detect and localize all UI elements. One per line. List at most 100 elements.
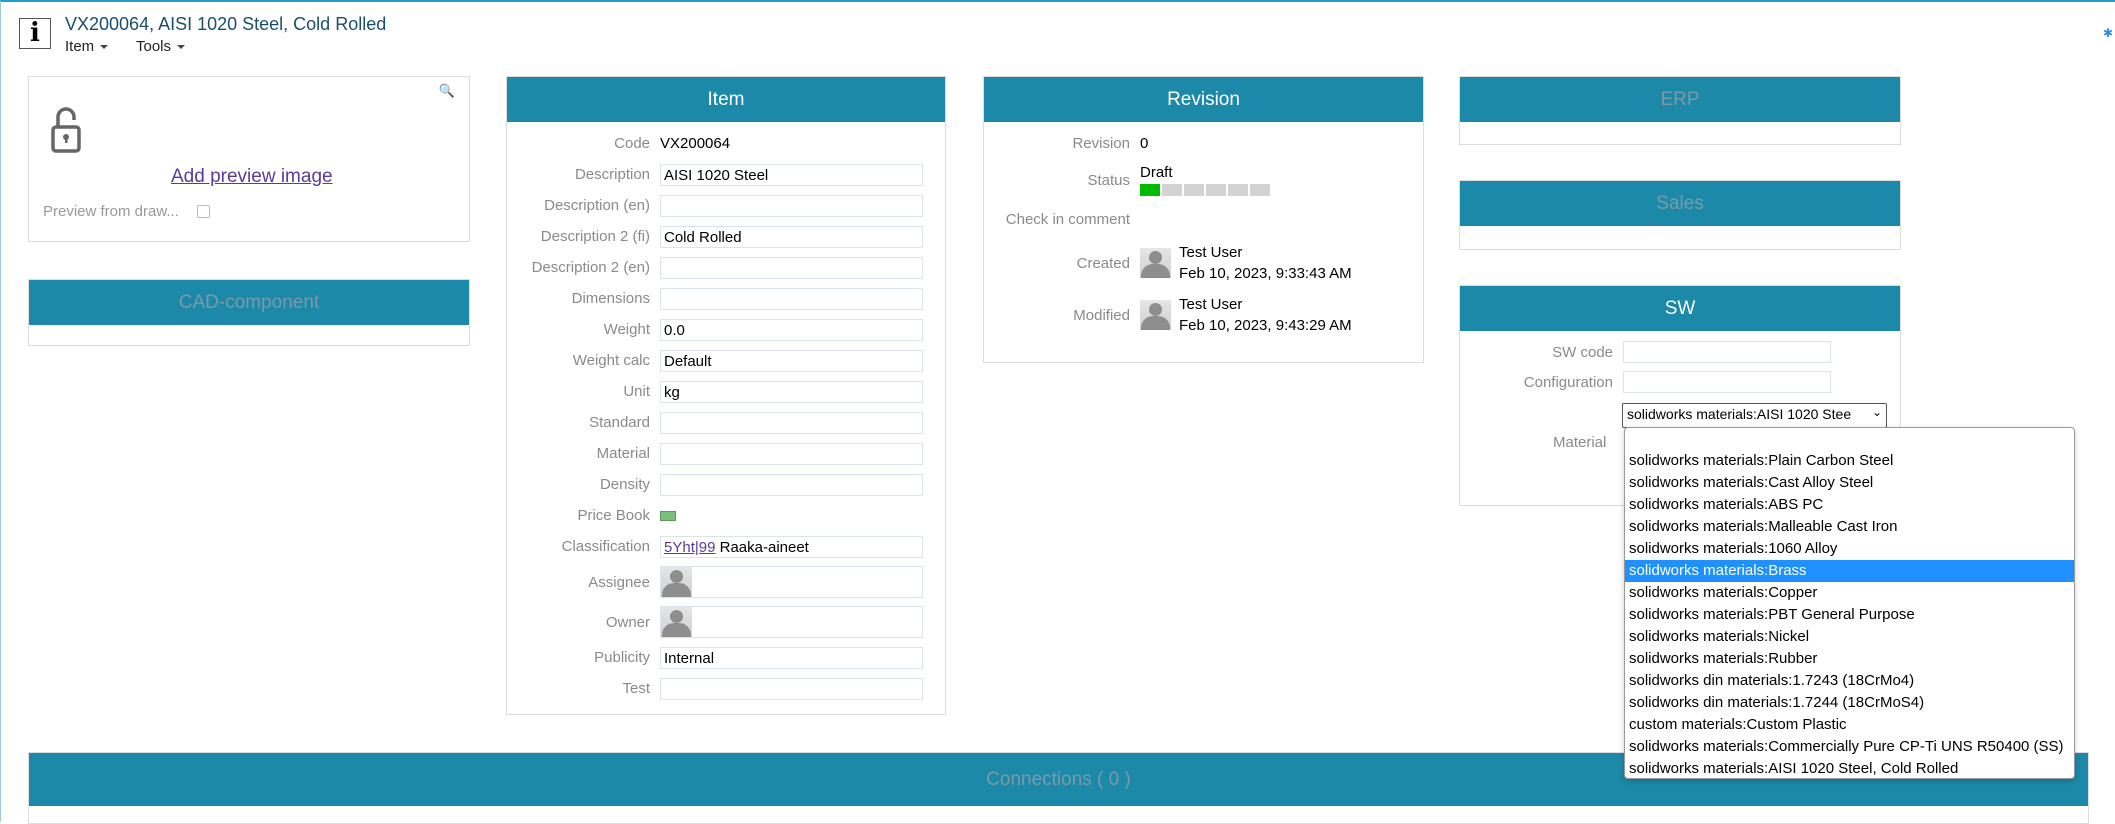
- field-assignee: Assignee: [507, 562, 945, 602]
- field-label: Material: [596, 445, 650, 462]
- field-label: Check in comment: [1005, 210, 1130, 228]
- field-label: Density: [599, 476, 650, 493]
- field-classification: Classification 5Yht|99 Raaka-aineet: [507, 531, 945, 562]
- classification-field: 5Yht|99 Raaka-aineet: [660, 535, 923, 558]
- material-dropdown-list[interactable]: solidworks materials:Plain Carbon Steel s…: [1624, 427, 2075, 779]
- menu-item[interactable]: Item: [65, 38, 109, 55]
- dropdown-option[interactable]: solidworks din materials:1.7243 (18CrMo4…: [1625, 670, 2074, 692]
- gear-icon[interactable]: ✱: [2103, 26, 2113, 40]
- dropdown-option[interactable]: solidworks materials:Nickel: [1625, 626, 2074, 648]
- material-input[interactable]: [660, 442, 923, 465]
- dropdown-option[interactable]: solidworks materials:PBT General Purpose: [1625, 604, 2074, 626]
- dropdown-option[interactable]: solidworks materials:Cast Alloy Steel: [1625, 472, 2074, 494]
- description-en-input[interactable]: [660, 194, 923, 217]
- field-owner: Owner: [507, 602, 945, 642]
- field-weight-calc: Weight calc Default: [507, 345, 945, 376]
- money-icon[interactable]: [660, 510, 676, 521]
- select-value: solidworks materials:AISI 1020 Stee: [1627, 406, 1852, 422]
- description2-en-input[interactable]: [660, 256, 923, 279]
- dropdown-option[interactable]: solidworks materials:Malleable Cast Iron: [1625, 516, 2074, 538]
- assignee-input[interactable]: [660, 566, 923, 598]
- standard-input[interactable]: [660, 411, 923, 434]
- dropdown-option[interactable]: custom materials:Custom Plastic: [1625, 714, 2074, 736]
- classification-name: Raaka-aineet: [719, 538, 809, 556]
- preview-from-drawing-checkbox[interactable]: [197, 205, 210, 218]
- zoom-icon[interactable]: 🔍: [439, 83, 455, 99]
- field-label: Owner: [605, 613, 650, 631]
- field-standard: Standard: [507, 407, 945, 438]
- field-label: Description 2 (en): [531, 259, 650, 276]
- panel-header: Item: [507, 77, 945, 122]
- field-label: Weight: [603, 321, 650, 338]
- info-icon: i: [19, 18, 51, 49]
- dropdown-option[interactable]: solidworks materials:Brass: [1625, 560, 2074, 582]
- dropdown-option[interactable]: solidworks materials:AISI 1020 Steel, Co…: [1625, 758, 2074, 780]
- panel-header: SW: [1460, 286, 1900, 331]
- menu-label: Item: [65, 38, 95, 55]
- panel-header: Sales: [1460, 181, 1900, 226]
- field-label: Weight calc: [572, 352, 650, 369]
- field-weight: Weight 0.0: [507, 314, 945, 345]
- sw-code-input[interactable]: [1623, 341, 1831, 363]
- field-test: Test: [507, 673, 945, 704]
- field-label: Description: [574, 166, 650, 183]
- description-input[interactable]: AISI 1020 Steel: [660, 163, 923, 186]
- configuration-input[interactable]: [1623, 371, 1831, 393]
- field-label: Code: [614, 135, 650, 152]
- unlock-icon: [51, 107, 81, 153]
- status-progress: [1140, 184, 1270, 196]
- weight-calc-input[interactable]: Default: [660, 349, 923, 372]
- field-dimensions: Dimensions: [507, 283, 945, 314]
- field-label: Description 2 (fi): [540, 228, 650, 245]
- field-label: Status: [1087, 171, 1130, 189]
- dropdown-option[interactable]: solidworks materials:ABS PC: [1625, 494, 2074, 516]
- field-label: Assignee: [588, 573, 650, 591]
- unit-input[interactable]: kg: [660, 380, 923, 403]
- field-description: Description AISI 1020 Steel: [507, 159, 945, 190]
- publicity-input[interactable]: Internal: [660, 646, 923, 669]
- dropdown-option[interactable]: solidworks materials:Copper: [1625, 582, 2074, 604]
- menu-label: Tools: [136, 38, 172, 55]
- panel-header: CAD-component: [29, 280, 469, 325]
- field-label: Publicity: [594, 649, 650, 666]
- field-description2-en: Description 2 (en): [507, 252, 945, 283]
- field-label: Revision: [1072, 135, 1130, 152]
- field-density: Density: [507, 469, 945, 500]
- item-panel: Item Code VX200064 Description AISI 1020 S…: [506, 76, 946, 715]
- dropdown-option[interactable]: solidworks materials:Rubber: [1625, 648, 2074, 670]
- density-input[interactable]: [660, 473, 923, 496]
- owner-input[interactable]: [660, 606, 923, 638]
- field-label: Modified: [1073, 306, 1130, 324]
- field-label: Standard: [589, 414, 650, 431]
- created-user: Test User: [1179, 244, 1243, 261]
- classification-link[interactable]: 5Yht|99: [664, 539, 715, 556]
- add-preview-image-link[interactable]: Add preview image: [171, 166, 333, 188]
- field-label: Price Book: [577, 507, 650, 524]
- field-publicity: Publicity Internal: [507, 642, 945, 673]
- field-label: Dimensions: [571, 290, 650, 307]
- material-select[interactable]: solidworks materials:AISI 1020 Stee ⌄: [1622, 403, 1887, 428]
- avatar: [661, 567, 692, 597]
- dropdown-option[interactable]: solidworks materials:Commercially Pure C…: [1625, 736, 2074, 758]
- page-title: VX200064, AISI 1020 Steel, Cold Rolled: [65, 14, 387, 34]
- preview-from-drawing-label: Preview from draw...: [43, 203, 179, 220]
- description2-fi-input[interactable]: Cold Rolled: [660, 225, 923, 248]
- field-label: Created: [1076, 254, 1130, 272]
- field-description2-fi: Description 2 (fi) Cold Rolled: [507, 221, 945, 252]
- field-label: SW code: [1552, 343, 1613, 361]
- field-description-en: Description (en): [507, 190, 945, 221]
- menu-tools[interactable]: Tools: [136, 38, 186, 55]
- dropdown-option[interactable]: solidworks materials:1060 Alloy: [1625, 538, 2074, 560]
- field-material: Material: [507, 438, 945, 469]
- dropdown-option[interactable]: solidworks din materials:1.7244 (18CrMoS…: [1625, 692, 2074, 714]
- dropdown-option[interactable]: solidworks materials:Plain Carbon Steel: [1625, 450, 2074, 472]
- dimensions-input[interactable]: [660, 287, 923, 310]
- weight-input[interactable]: 0.0: [660, 318, 923, 341]
- test-input[interactable]: [660, 677, 923, 700]
- avatar: [661, 607, 692, 637]
- avatar: [1140, 300, 1171, 330]
- field-code: Code VX200064: [507, 128, 945, 159]
- field-label: Classification: [561, 538, 650, 555]
- field-label: Description (en): [544, 197, 650, 214]
- caret-down-icon: [100, 45, 109, 50]
